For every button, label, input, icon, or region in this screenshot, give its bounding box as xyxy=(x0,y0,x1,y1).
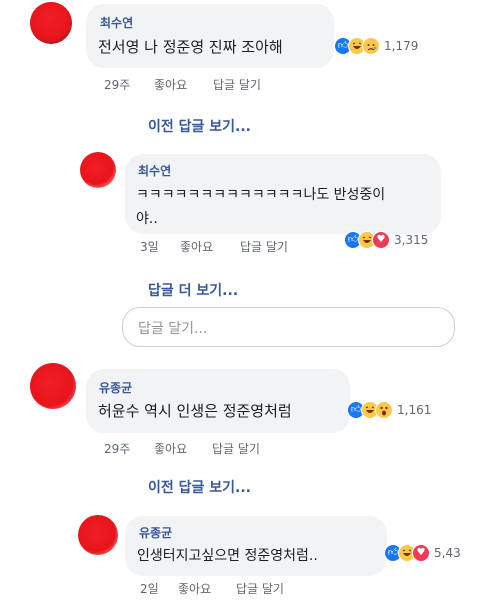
comment-author[interactable]: 최수연 xyxy=(138,162,171,179)
like-link[interactable]: 좋아요 xyxy=(178,580,211,597)
reply-link[interactable]: 답글 달기 xyxy=(213,76,261,93)
comment-author[interactable]: 유종균 xyxy=(99,379,132,396)
avatar[interactable] xyxy=(30,2,72,44)
comment-timestamp[interactable]: 29주 xyxy=(104,440,130,457)
avatar[interactable] xyxy=(78,515,118,555)
reaction-count: 1,179 xyxy=(384,39,419,53)
wow-reaction-icon xyxy=(375,401,393,419)
reaction-summary[interactable]: 👍︎ 1,161 xyxy=(347,401,431,419)
reply-link[interactable]: 답글 달기 xyxy=(212,440,260,457)
comment-timestamp[interactable]: 29주 xyxy=(104,76,130,93)
haha-reaction-icon xyxy=(358,231,376,249)
haha-reaction-icon xyxy=(398,544,416,562)
avatar-redaction xyxy=(78,515,118,555)
comment-text: 인생터지고싶으면 정준영처럼.. xyxy=(137,548,318,564)
reaction-summary[interactable]: 👍︎ 1,179 xyxy=(334,37,418,55)
view-previous-replies-link[interactable]: 이전 답글 보기... xyxy=(148,477,251,497)
reaction-count: 3,315 xyxy=(394,233,429,247)
reply-link[interactable]: 답글 달기 xyxy=(236,580,284,597)
reaction-summary[interactable]: 👍︎ ♥ 3,315 xyxy=(344,231,428,249)
like-link[interactable]: 좋아요 xyxy=(154,76,187,93)
reply-input-placeholder: 답글 달기... xyxy=(138,321,208,337)
view-more-replies-link[interactable]: 답글 더 보기... xyxy=(148,280,238,300)
like-link[interactable]: 좋아요 xyxy=(154,440,187,457)
avatar-redaction xyxy=(30,2,72,44)
comment-author[interactable]: 유종균 xyxy=(139,524,172,541)
avatar-redaction xyxy=(80,152,116,188)
reaction-count: 1,161 xyxy=(397,403,432,417)
reaction-summary[interactable]: 👍︎ ♥ 5,43 xyxy=(384,544,461,562)
avatar[interactable] xyxy=(30,363,76,409)
comment-author[interactable]: 최수연 xyxy=(100,14,133,31)
view-previous-replies-link[interactable]: 이전 답글 보기... xyxy=(148,116,251,136)
comment-text: 허윤수 역시 인생은 정준영처럼 xyxy=(98,402,292,420)
comment-timestamp[interactable]: 3일 xyxy=(140,238,159,255)
comment-text: 전서영 나 정준영 진짜 조아해 xyxy=(98,38,283,56)
reaction-count: 5,43 xyxy=(434,546,461,560)
sad-reaction-icon xyxy=(362,37,380,55)
avatar-redaction xyxy=(30,363,76,409)
avatar[interactable] xyxy=(80,152,116,188)
reply-link[interactable]: 답글 달기 xyxy=(240,238,288,255)
comment-timestamp[interactable]: 2일 xyxy=(140,580,159,597)
comment-text-line: 야.. xyxy=(136,211,158,227)
like-link[interactable]: 좋아요 xyxy=(180,238,213,255)
comment-text-line: ㅋㅋㅋㅋㅋㅋㅋㅋㅋㅋㅋㅋㅋ나도 반성중이 xyxy=(136,187,386,203)
